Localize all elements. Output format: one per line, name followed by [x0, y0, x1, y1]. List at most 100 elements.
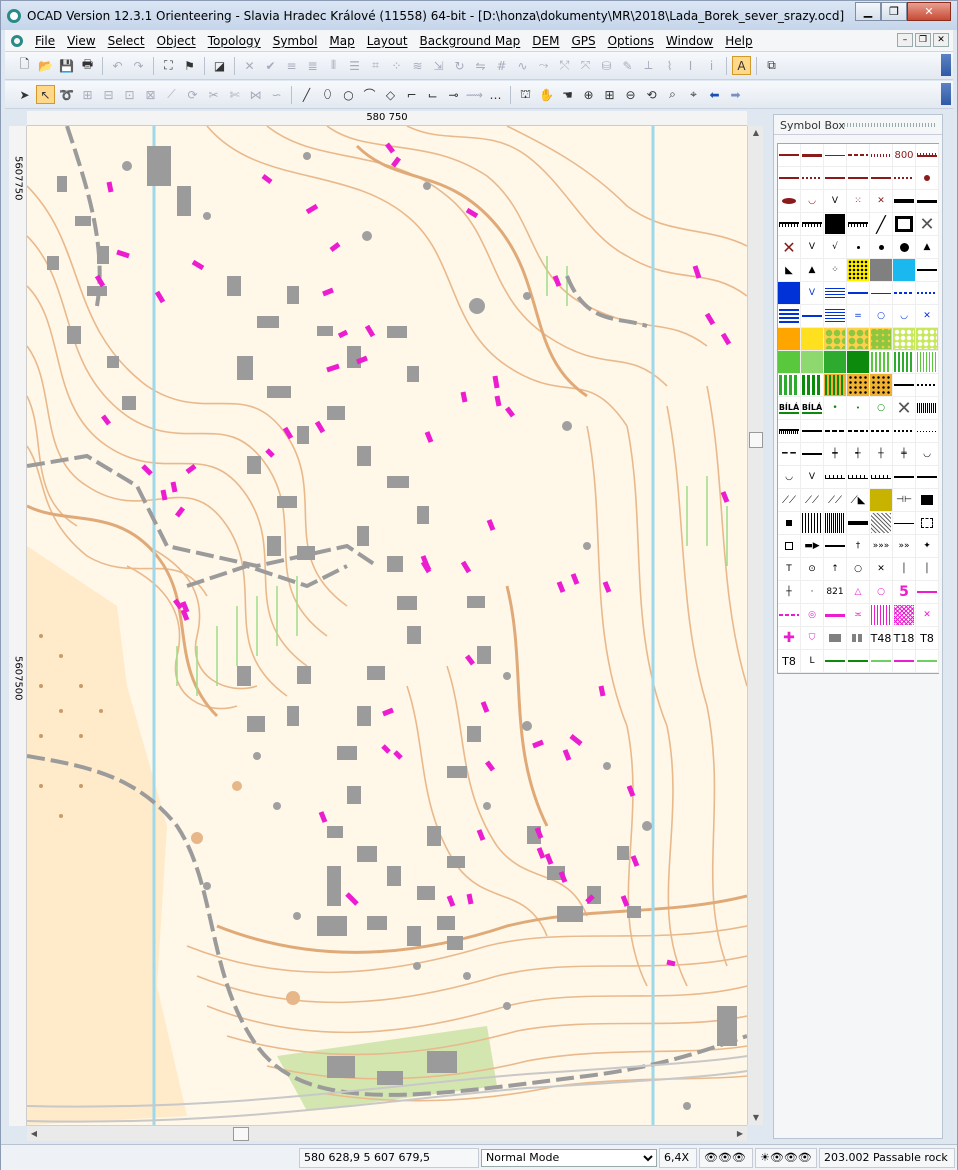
symbol-cell[interactable]: △: [847, 581, 870, 604]
menu-file[interactable]: File: [29, 34, 61, 48]
check-icon[interactable]: ✔: [261, 56, 280, 75]
cut-object-icon[interactable]: ⟋: [162, 85, 181, 104]
symbol-cell[interactable]: [893, 190, 916, 213]
menu-options[interactable]: Options: [602, 34, 660, 48]
delete-vertex-icon[interactable]: ⊠: [141, 85, 160, 104]
child-restore-button[interactable]: ❐: [915, 33, 931, 47]
toolbar-overflow-handle[interactable]: [941, 54, 951, 76]
symbol-cell[interactable]: [801, 420, 824, 443]
symbol-cell[interactable]: [824, 535, 847, 558]
symbol-cell[interactable]: ◡: [893, 305, 916, 328]
symbol-cell[interactable]: [824, 144, 847, 167]
ellipse-mode-icon[interactable]: ⬯: [318, 85, 337, 104]
symbol-cell[interactable]: [824, 604, 847, 627]
symbol-cell[interactable]: [870, 650, 893, 673]
symbol-cell[interactable]: [847, 351, 870, 374]
symbol-cell[interactable]: [893, 604, 916, 627]
symbol-cell[interactable]: [824, 420, 847, 443]
symbol-cell[interactable]: [870, 466, 893, 489]
zoom-in-icon[interactable]: ⊕: [579, 85, 598, 104]
move-icon[interactable]: ⇲: [429, 56, 448, 75]
menu-map[interactable]: Map: [323, 34, 360, 48]
split-icon[interactable]: ⤲: [555, 56, 574, 75]
symbol-cell[interactable]: [870, 351, 893, 374]
symbol-cell[interactable]: [778, 374, 801, 397]
open-folder-icon[interactable]: 📂: [36, 56, 55, 75]
symbol-cell[interactable]: ⊣⊢: [893, 489, 916, 512]
symbol-cell[interactable]: [893, 512, 916, 535]
symbol-cell[interactable]: ⁘: [824, 259, 847, 282]
symbol-cell[interactable]: BÍLÁ: [801, 397, 824, 420]
symbol-cell[interactable]: ✕: [893, 397, 916, 420]
layer-icons[interactable]: ☀👁👁👁: [755, 1147, 817, 1168]
vertical-scrollbar[interactable]: ▲ ▼: [747, 126, 763, 1125]
symbol-cell[interactable]: [824, 305, 847, 328]
symbol-cell[interactable]: ✚: [778, 627, 801, 650]
symbol-cell[interactable]: [778, 420, 801, 443]
symbol-cell[interactable]: [916, 282, 939, 305]
symbol-cell[interactable]: [893, 328, 916, 351]
symbol-cell[interactable]: ⊙: [801, 558, 824, 581]
find-icon[interactable]: ⛫: [516, 85, 535, 104]
symbol-cell[interactable]: [778, 144, 801, 167]
symbol-cell[interactable]: [870, 282, 893, 305]
symbol-cell[interactable]: [824, 627, 847, 650]
symbol-cell[interactable]: »»: [893, 535, 916, 558]
symbol-cell[interactable]: ⟋⟋: [801, 489, 824, 512]
symbol-cell[interactable]: ⟋⟋: [778, 489, 801, 512]
symbol-cell[interactable]: [824, 213, 847, 236]
menu-dem[interactable]: DEM: [526, 34, 565, 48]
symbol-cell[interactable]: [870, 144, 893, 167]
rotate-icon[interactable]: ↻: [450, 56, 469, 75]
symbol-cell[interactable]: [893, 650, 916, 673]
zoom-out-icon[interactable]: ⊖: [621, 85, 640, 104]
symbol-cell[interactable]: ┼: [778, 581, 801, 604]
draft-mode-icon[interactable]: ◪: [210, 56, 229, 75]
symbol-cell[interactable]: [893, 374, 916, 397]
measure-icon[interactable]: ⟂: [639, 56, 658, 75]
symbol-editor-icon[interactable]: A: [732, 56, 751, 75]
vertical-scroll-thumb[interactable]: [749, 432, 763, 448]
close-button[interactable]: ✕: [907, 2, 951, 21]
symbol-cell[interactable]: √: [824, 236, 847, 259]
symbol-cell[interactable]: T8: [916, 627, 939, 650]
symbol-cell[interactable]: [824, 282, 847, 305]
rectangle-mode-icon[interactable]: ◇: [381, 85, 400, 104]
symbol-cell[interactable]: [916, 374, 939, 397]
symbol-cell[interactable]: ◡: [778, 466, 801, 489]
align-left-icon[interactable]: ≡: [282, 56, 301, 75]
symbol-cell[interactable]: [870, 604, 893, 627]
scroll-right-icon[interactable]: ▶: [733, 1126, 747, 1142]
horizontal-scroll-thumb[interactable]: [233, 1127, 249, 1141]
reshape-icon[interactable]: ⌇: [660, 56, 679, 75]
forward-arrow-icon[interactable]: ➡: [726, 85, 745, 104]
symbol-cell[interactable]: [893, 282, 916, 305]
symbol-cell[interactable]: [847, 167, 870, 190]
menu-layout[interactable]: Layout: [361, 34, 414, 48]
symbol-cell[interactable]: [847, 420, 870, 443]
view-mode-icons[interactable]: 👁👁👁: [699, 1147, 753, 1168]
freehand-mode-icon[interactable]: ⌙: [423, 85, 442, 104]
symbol-cell[interactable]: [893, 466, 916, 489]
symbol-cell[interactable]: [801, 213, 824, 236]
symbol-cell[interactable]: T48: [870, 627, 893, 650]
edit-point-icon[interactable]: ⊞: [78, 85, 97, 104]
print-icon[interactable]: 🖶: [78, 56, 97, 75]
symbol-cell[interactable]: [847, 144, 870, 167]
symbol-cell[interactable]: ━ ━: [778, 443, 801, 466]
symbol-cell[interactable]: [870, 420, 893, 443]
symbol-cell[interactable]: ○: [870, 397, 893, 420]
circle-mode-icon[interactable]: ○: [339, 85, 358, 104]
smooth-icon[interactable]: ≋: [408, 56, 427, 75]
symbol-cell[interactable]: ○: [847, 558, 870, 581]
symbol-cell[interactable]: [778, 305, 801, 328]
symbol-cell[interactable]: [916, 351, 939, 374]
grid-icon[interactable]: #: [492, 56, 511, 75]
pointer-icon[interactable]: ➤: [15, 85, 34, 104]
minimize-button[interactable]: ▁: [855, 2, 881, 21]
cut-icon[interactable]: ✕: [240, 56, 259, 75]
join-icon[interactable]: ⤳: [534, 56, 553, 75]
symbol-cell[interactable]: †: [847, 535, 870, 558]
symbol-cell[interactable]: ╪: [893, 443, 916, 466]
symbol-cell[interactable]: [916, 581, 939, 604]
